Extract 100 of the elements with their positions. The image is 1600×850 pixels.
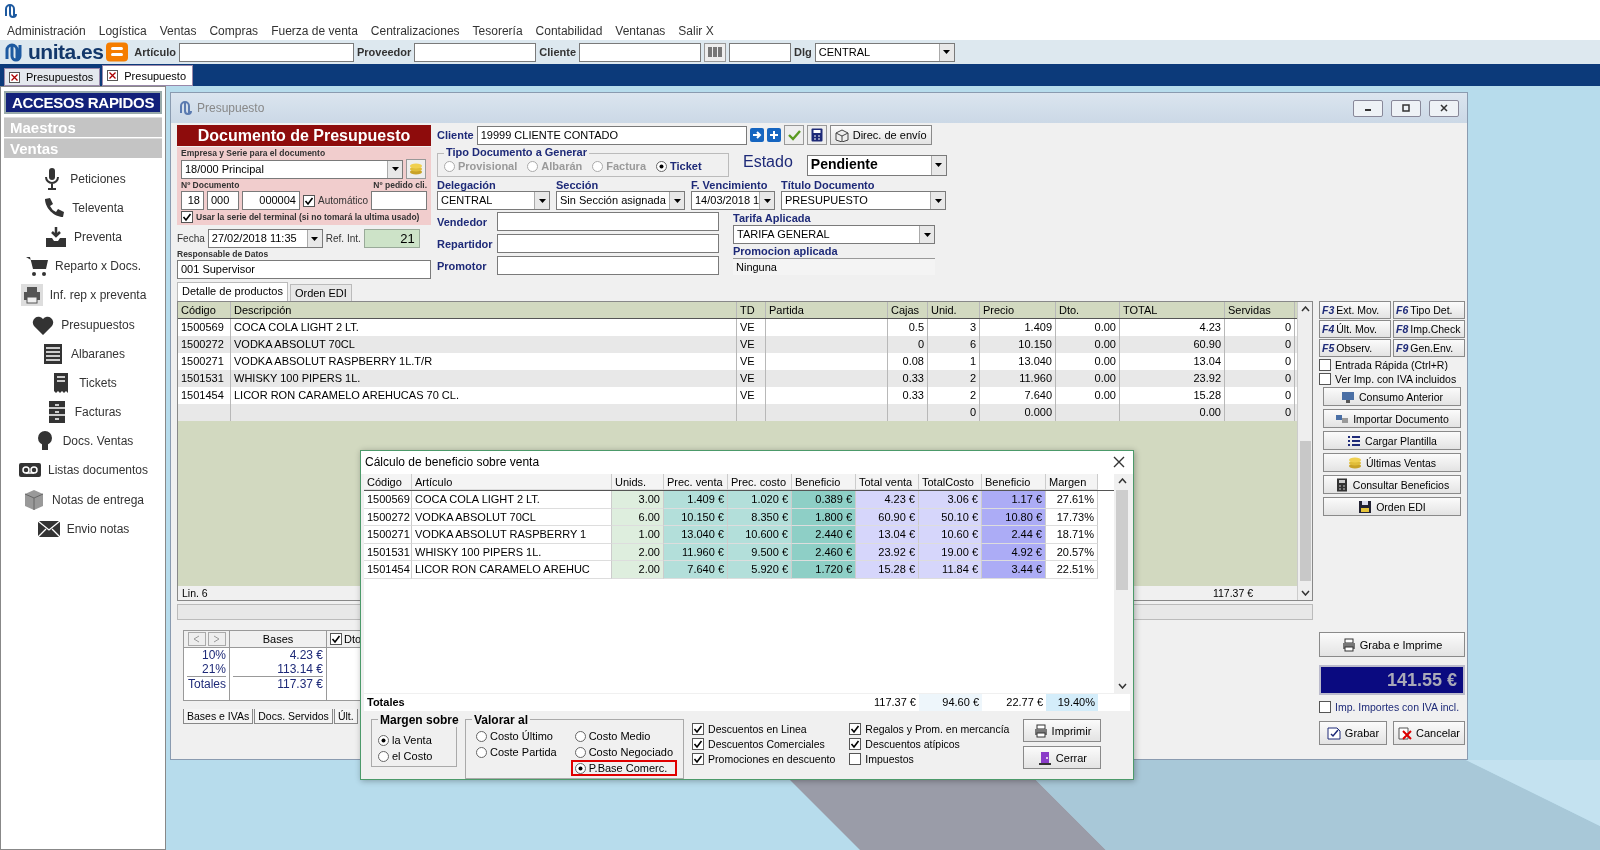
column-header[interactable]: Partida	[766, 302, 888, 318]
radio-label[interactable]: Costo Negociado	[588, 746, 674, 758]
radio-button[interactable]	[574, 746, 586, 758]
sidebar-item[interactable]: Envio notas	[36, 514, 130, 544]
menu-item[interactable]: Fuerza de venta	[271, 24, 358, 38]
checkbox[interactable]	[849, 737, 862, 750]
checkbox-label[interactable]: Descuentos atípicos	[865, 737, 960, 750]
action-button[interactable]: Cargar Plantilla	[1323, 431, 1461, 450]
column-header[interactable]: TD	[737, 302, 766, 318]
checkbox-label[interactable]: Entrada Rápida (Ctrl+R)	[1335, 359, 1448, 371]
checkbox[interactable]	[1319, 701, 1331, 713]
dialog-button[interactable]: Cerrar	[1023, 746, 1102, 769]
menu-item[interactable]: Centralizaciones	[370, 24, 460, 38]
radio-button[interactable]	[476, 746, 487, 758]
input-field[interactable]: 000004	[242, 191, 300, 210]
function-key-button[interactable]: F8 Imp.Check	[1393, 320, 1465, 338]
checkbox[interactable]	[692, 737, 705, 750]
input-field[interactable]	[414, 42, 537, 62]
radio-label[interactable]: P.Base Comerc.	[588, 762, 668, 774]
checkbox[interactable]	[849, 752, 862, 765]
menu-item[interactable]: Ventas	[159, 24, 197, 38]
sidebar-item[interactable]: Listas documentos	[17, 455, 149, 486]
scrollbar[interactable]	[1114, 473, 1130, 693]
sidebar-item[interactable]: Tickets	[49, 368, 117, 398]
column-header[interactable]: Precio	[980, 302, 1056, 318]
sidebar-item[interactable]: Albaranes	[40, 339, 125, 369]
input-field[interactable]	[371, 191, 427, 210]
checkbox[interactable]	[181, 211, 193, 223]
checkbox[interactable]	[692, 722, 705, 735]
dropdown[interactable]: TARIFA GENERAL	[733, 225, 935, 244]
action-button[interactable]: Consultar Beneficios	[1323, 475, 1461, 494]
column-header[interactable]: Dto.	[1056, 302, 1120, 318]
checkbox-label[interactable]: Imp. Importes con IVA incl.	[1335, 701, 1460, 713]
scrollbar[interactable]	[1297, 302, 1312, 600]
right-arrow-icon[interactable]	[749, 128, 764, 142]
sidebar-item[interactable]: Notas de entrega	[21, 485, 145, 515]
sidebar-item[interactable]: Presupuestos	[31, 309, 135, 340]
tab[interactable]: Bases e IVAs	[183, 709, 254, 724]
document-tab[interactable]: Presupuesto	[102, 65, 194, 86]
input-field[interactable]: 21	[363, 229, 420, 248]
dropdown[interactable]: CENTRAL	[437, 191, 550, 210]
dialog-button[interactable]: Imprimir	[1023, 719, 1102, 742]
sidebar-item[interactable]: Reparto x Docs.	[24, 251, 141, 281]
input-field[interactable]	[497, 234, 719, 253]
close-icon[interactable]	[1113, 456, 1125, 469]
dropdown[interactable]: PRESUPUESTO	[781, 191, 946, 210]
dropdown[interactable]: Sin Sección asignada	[556, 191, 685, 210]
checkbox[interactable]	[692, 752, 705, 765]
coins-button[interactable]	[406, 159, 426, 179]
menu-item[interactable]: Ventanas	[615, 24, 666, 38]
save-button[interactable]: Grabar	[1319, 721, 1387, 745]
checkbox-label[interactable]: Impuestos	[865, 752, 914, 765]
plus-icon[interactable]	[766, 128, 781, 142]
radio-label[interactable]: Coste Partida	[490, 746, 557, 758]
sidebar-item[interactable]: Televenta	[42, 193, 124, 223]
action-button[interactable]: Consumo Anterior	[1323, 387, 1461, 406]
radio-button[interactable]	[656, 160, 667, 172]
column-header[interactable]: Cajas	[888, 302, 928, 318]
cancel-button[interactable]: Cancelar	[1392, 721, 1465, 745]
input-field[interactable]	[579, 42, 702, 62]
menu-item[interactable]: Administración	[7, 24, 86, 38]
checkbox[interactable]	[1319, 373, 1331, 385]
tab[interactable]: Orden EDI	[289, 284, 352, 301]
barcode-button[interactable]	[704, 42, 727, 62]
menu-item[interactable]: Compras	[209, 24, 259, 38]
dropdown[interactable]: Pendiente	[806, 154, 947, 176]
radio-label[interactable]: Costo Medio	[588, 730, 651, 742]
checkbox-label[interactable]: Descuentos Comerciales	[708, 737, 825, 750]
radio-button[interactable]	[574, 730, 586, 742]
checkbox-label[interactable]: Regalos y Prom. en mercancía	[865, 722, 1010, 735]
calculator-button[interactable]	[806, 125, 827, 145]
checkbox[interactable]	[1319, 359, 1331, 371]
input-field[interactable]	[178, 42, 354, 62]
input-field[interactable]	[729, 42, 792, 62]
menu-item[interactable]: Contabilidad	[535, 24, 603, 38]
radio-button[interactable]	[378, 734, 389, 746]
input-field[interactable]: 000	[207, 191, 239, 210]
action-button[interactable]: Orden EDI	[1323, 497, 1461, 516]
radio-label[interactable]: Costo Último	[490, 730, 553, 742]
document-tab[interactable]: Presupuestos	[4, 68, 101, 86]
checkbox[interactable]	[303, 194, 315, 207]
input-field[interactable]: 18	[181, 191, 204, 210]
radio-button[interactable]	[378, 750, 389, 762]
dropdown[interactable]: 18/000 Principal	[181, 159, 403, 179]
dropdown[interactable]: 14/03/2018 1	[691, 191, 775, 210]
menu-item[interactable]: Logística	[98, 24, 147, 38]
print-and-save-button[interactable]: Graba e Imprime	[1319, 632, 1465, 657]
checkbox-label[interactable]: Descuentos en Linea	[708, 722, 807, 735]
column-header[interactable]: Descripción	[231, 302, 737, 318]
checkbox-label[interactable]: Usar la serie del terminal (si no tomará la ultima usado)	[196, 212, 420, 222]
checkbox[interactable]	[330, 633, 342, 645]
input-field[interactable]	[497, 256, 719, 275]
radio-label[interactable]: la Venta	[392, 734, 432, 746]
close-button[interactable]	[1429, 99, 1459, 117]
radio-button[interactable]	[574, 762, 586, 774]
tab[interactable]: Últ.	[333, 709, 358, 724]
menu-item[interactable]: Salir X	[678, 24, 714, 38]
sidebar-item[interactable]: Preventa	[44, 222, 122, 252]
radio-button[interactable]	[476, 730, 487, 742]
sidebar-item[interactable]: Facturas	[44, 397, 122, 427]
